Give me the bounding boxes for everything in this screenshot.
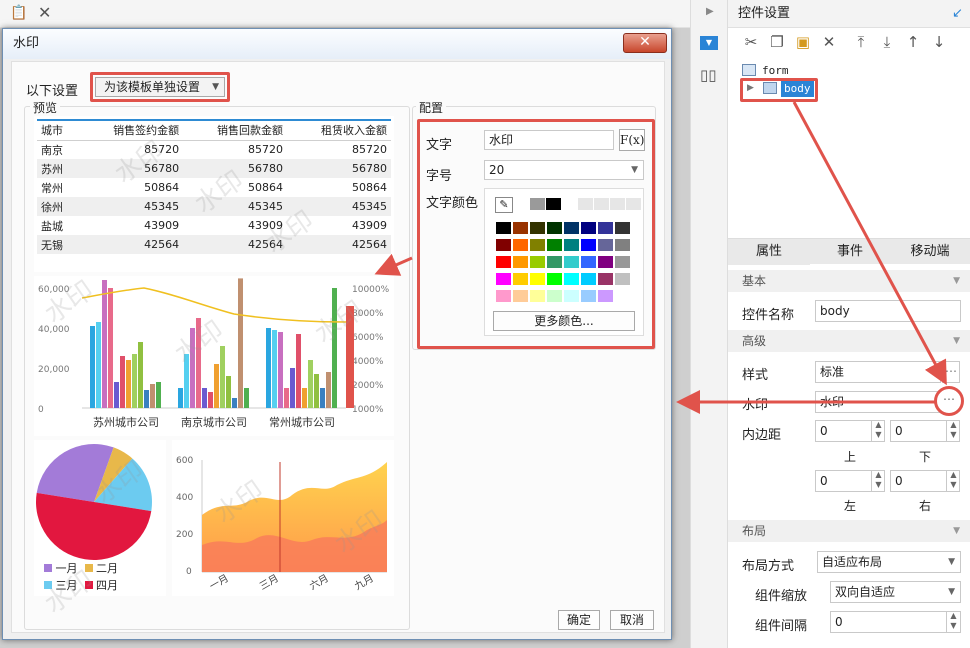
annotation-arrows	[374, 101, 947, 414]
arrow-body-to-watermark	[792, 101, 947, 386]
arrow-config-to-preview	[374, 253, 413, 276]
